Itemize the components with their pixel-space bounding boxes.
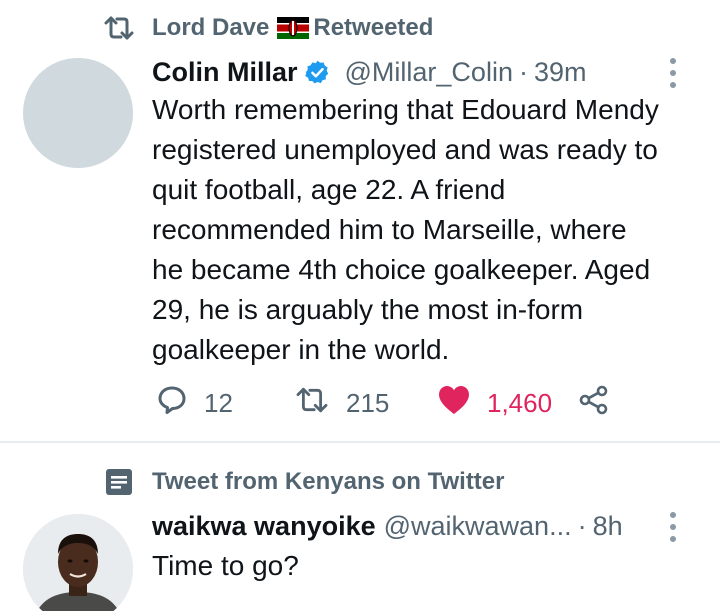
more-vertical-icon[interactable] <box>666 512 680 542</box>
dot-separator: · <box>518 56 528 87</box>
tweet-card[interactable]: Lord Dave Retweeted Colin Millar @Millar… <box>0 0 720 442</box>
reply-button[interactable]: 12 <box>156 383 233 423</box>
retweet-context: Lord Dave Retweeted <box>102 10 433 46</box>
author-name[interactable]: Colin Millar <box>152 57 298 88</box>
author-name[interactable]: waikwa wanyoike <box>152 511 376 542</box>
list-icon <box>102 465 136 499</box>
dot-separator: · <box>577 510 587 541</box>
tweet-header: Colin Millar @Millar_Colin · 39m <box>152 52 706 92</box>
tweet-card[interactable]: Tweet from Kenyans on Twitter waikwa wan… <box>0 443 720 611</box>
avatar[interactable] <box>23 514 133 611</box>
like-button[interactable]: 1,460 <box>437 383 552 423</box>
like-count: 1,460 <box>487 387 553 418</box>
verified-badge-icon <box>304 59 331 86</box>
retweeted-label: Retweeted <box>313 14 434 41</box>
reply-count: 12 <box>204 387 233 418</box>
author-handle[interactable]: @Millar_Colin <box>345 57 513 88</box>
share-button[interactable] <box>578 383 610 423</box>
retweet-icon <box>102 11 136 45</box>
tweet-text: Worth remembering that Edouard Mendy reg… <box>152 94 659 365</box>
more-vertical-icon[interactable] <box>666 58 680 88</box>
author-handle[interactable]: @waikwawan... <box>384 511 572 542</box>
heart-filled-icon <box>437 384 471 423</box>
retweeter-name[interactable]: Lord Dave <box>152 14 269 42</box>
context-label[interactable]: Tweet from Kenyans on Twitter <box>152 468 505 496</box>
reply-icon <box>156 384 188 423</box>
avatar[interactable] <box>23 58 133 168</box>
tweet-timestamp[interactable]: 8h <box>593 511 623 542</box>
tweet-timestamp[interactable]: 39m <box>534 57 587 88</box>
tweet-text: Time to go? <box>152 550 299 581</box>
retweet-count: 215 <box>346 387 390 418</box>
retweet-button[interactable]: 215 <box>294 383 389 423</box>
retweet-icon <box>294 386 330 421</box>
topic-context: Tweet from Kenyans on Twitter <box>102 464 505 500</box>
tweet-header: waikwa wanyoike @waikwawan... · 8h <box>152 506 706 546</box>
share-icon <box>578 384 610 423</box>
kenya-flag-icon <box>277 17 310 39</box>
